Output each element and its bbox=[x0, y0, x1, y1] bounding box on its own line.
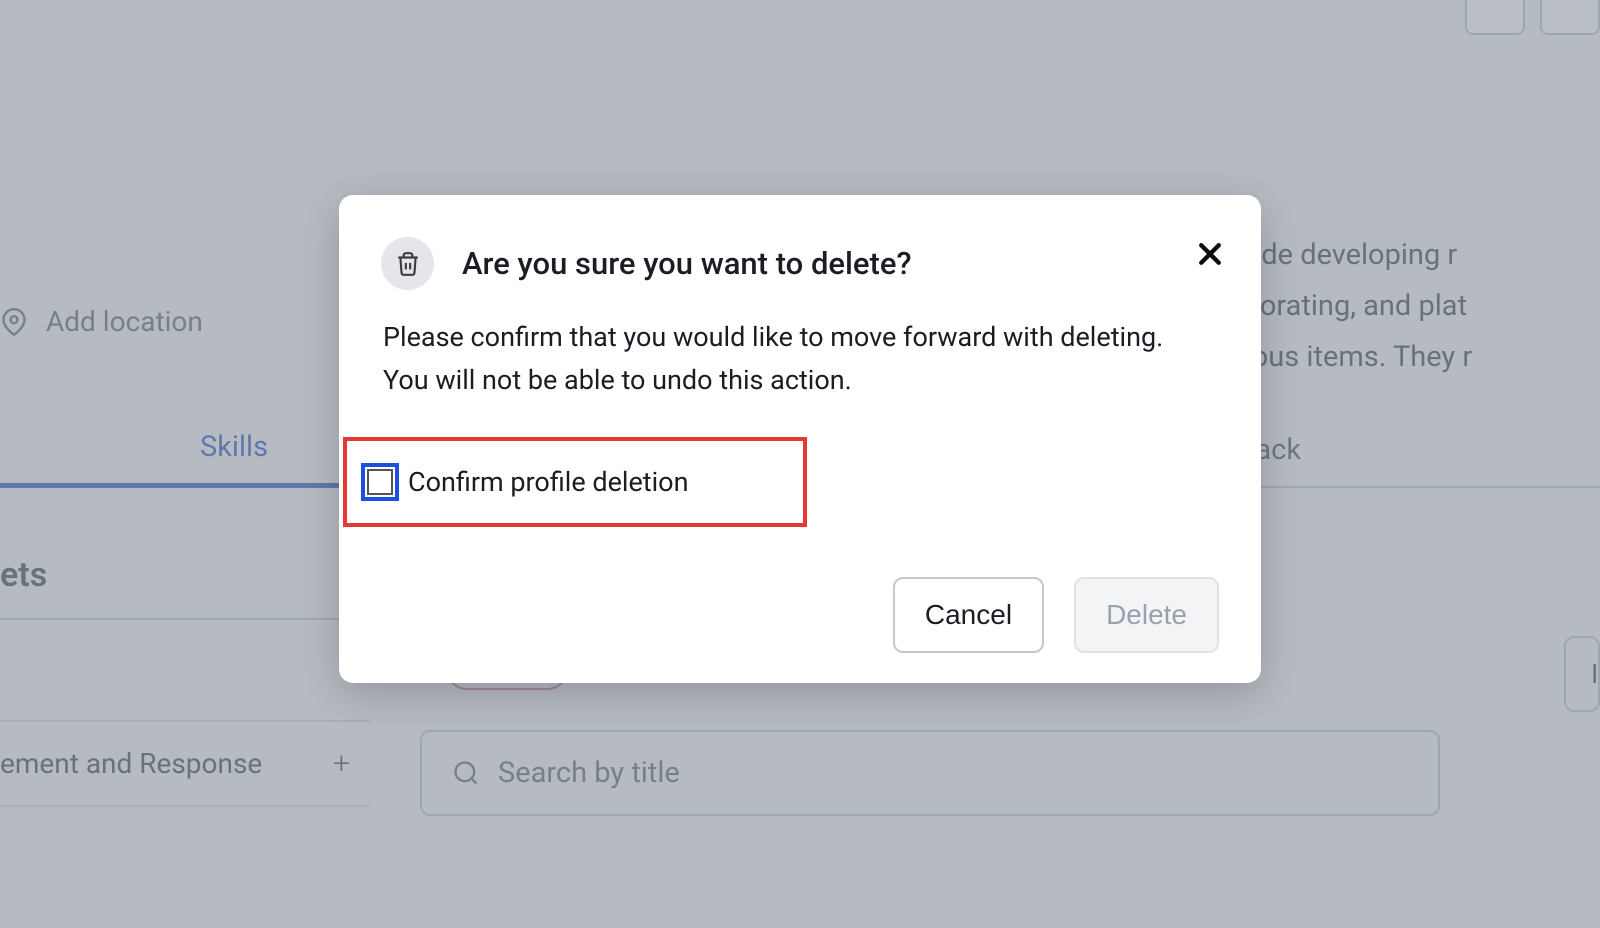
modal-body-line2: You will not be able to undo this action… bbox=[383, 359, 1219, 402]
delete-button[interactable]: Delete bbox=[1074, 577, 1219, 653]
close-icon[interactable] bbox=[1195, 239, 1225, 275]
modal-title: Are you sure you want to delete? bbox=[462, 245, 912, 282]
confirm-checkbox[interactable] bbox=[361, 463, 399, 501]
modal-icon-circle bbox=[381, 237, 434, 290]
delete-confirmation-modal: Are you sure you want to delete? Please … bbox=[339, 195, 1261, 683]
modal-overlay: Are you sure you want to delete? Please … bbox=[0, 0, 1600, 928]
cancel-button[interactable]: Cancel bbox=[893, 577, 1044, 653]
modal-body-line1: Please confirm that you would like to mo… bbox=[383, 316, 1219, 359]
modal-body: Please confirm that you would like to mo… bbox=[381, 316, 1219, 402]
modal-header: Are you sure you want to delete? bbox=[381, 237, 1219, 290]
confirm-checkbox-label: Confirm profile deletion bbox=[408, 466, 689, 498]
trash-icon bbox=[395, 251, 421, 277]
confirm-checkbox-highlighted: Confirm profile deletion bbox=[343, 437, 807, 527]
modal-footer: Cancel Delete bbox=[381, 577, 1219, 653]
